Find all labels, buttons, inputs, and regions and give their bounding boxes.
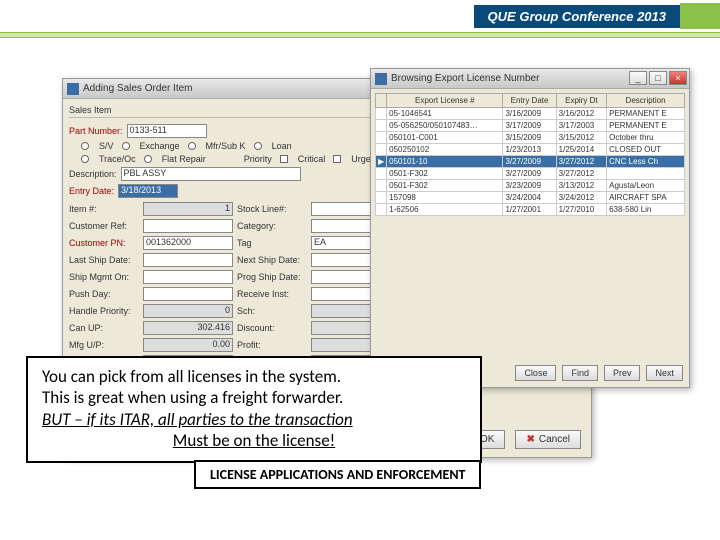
maximize-button[interactable]: □ bbox=[649, 71, 667, 85]
minimize-button[interactable]: _ bbox=[629, 71, 647, 85]
slide-footer-label: LICENSE APPLICATIONS AND ENFORCEMENT bbox=[194, 460, 481, 489]
part-number-label: Part Number: bbox=[69, 126, 123, 136]
annotation-callout: You can pick from all licenses in the sy… bbox=[26, 356, 482, 463]
customer-pn-input[interactable]: 001362000 bbox=[143, 236, 233, 250]
page-header: QUE Group Conference 2013 bbox=[0, 0, 720, 32]
table-row[interactable]: 0501-F3023/23/20093/13/2012Agusta/Leon bbox=[376, 180, 685, 192]
check-critical[interactable] bbox=[280, 155, 288, 163]
table-row[interactable]: 050101-C0013/15/20093/15/2012October thr… bbox=[376, 132, 685, 144]
close-button[interactable]: × bbox=[669, 71, 687, 85]
column-header[interactable]: Expiry Dt bbox=[556, 94, 606, 108]
prev-button[interactable]: Prev bbox=[604, 365, 641, 381]
app-icon bbox=[375, 73, 387, 85]
callout-line: BUT – if its ITAR, all parties to the tr… bbox=[42, 409, 466, 430]
table-row[interactable]: 05-056250/050107483…3/17/20093/17/2003PE… bbox=[376, 120, 685, 132]
find-button[interactable]: Find bbox=[562, 365, 598, 381]
radio-loan[interactable] bbox=[254, 142, 262, 150]
radio-sv[interactable] bbox=[81, 142, 89, 150]
callout-line: This is great when using a freight forwa… bbox=[42, 387, 466, 408]
ship-mgmt-input[interactable] bbox=[143, 270, 233, 284]
header-accent bbox=[680, 3, 720, 29]
table-row[interactable]: 05-10465413/16/20093/16/2012PERMANENT E bbox=[376, 108, 685, 120]
callout-line: Must be on the license! bbox=[42, 430, 466, 451]
radio-trace[interactable] bbox=[81, 155, 89, 163]
tab-sales-item[interactable]: Sales Item bbox=[69, 105, 112, 115]
app-icon bbox=[67, 83, 79, 95]
callout-line: You can pick from all licenses in the sy… bbox=[42, 366, 466, 387]
check-urgent[interactable] bbox=[333, 155, 341, 163]
entry-date-label: Entry Date: bbox=[69, 186, 114, 196]
description-label: Description: bbox=[69, 169, 117, 179]
entry-date-input[interactable]: 3/18/2013 bbox=[118, 184, 178, 198]
next-button[interactable]: Next bbox=[646, 365, 683, 381]
conference-title: QUE Group Conference 2013 bbox=[474, 5, 680, 28]
part-number-input[interactable]: 0133-511 bbox=[127, 124, 207, 138]
window-title: Adding Sales Order Item bbox=[83, 83, 193, 94]
table-row[interactable]: 0502501021/23/20131/25/2014CLOSED OUT bbox=[376, 144, 685, 156]
item-no-input[interactable]: 1 bbox=[143, 202, 233, 216]
table-row[interactable]: 0501-F3023/27/20093/27/2012 bbox=[376, 168, 685, 180]
window-titlebar[interactable]: Browsing Export License Number _ □ × bbox=[371, 69, 689, 89]
push-day-input[interactable] bbox=[143, 287, 233, 301]
mfg-up-input[interactable]: 0.00 bbox=[143, 338, 233, 352]
x-icon: ✖ bbox=[526, 434, 534, 445]
table-row[interactable]: 1-625061/27/20011/27/2010638-580 Lin bbox=[376, 204, 685, 216]
table-row[interactable]: 1570983/24/20043/24/2012AIRCRAFT SPA bbox=[376, 192, 685, 204]
table-row[interactable]: ▶050101-103/27/20093/27/2012CNC Less Ch bbox=[376, 156, 685, 168]
license-table[interactable]: Export License #Entry DateExpiry DtDescr… bbox=[375, 93, 685, 216]
radio-flat[interactable] bbox=[144, 155, 152, 163]
can-up-input[interactable]: 302.416 bbox=[143, 321, 233, 335]
license-browser-window: Browsing Export License Number _ □ × Exp… bbox=[370, 68, 690, 388]
column-header[interactable]: Entry Date bbox=[503, 94, 556, 108]
cancel-button[interactable]: ✖Cancel bbox=[515, 430, 581, 449]
handle-priority-input[interactable]: 0 bbox=[143, 304, 233, 318]
radio-exchange[interactable] bbox=[122, 142, 130, 150]
window-title: Browsing Export License Number bbox=[391, 73, 539, 84]
column-header[interactable]: Export License # bbox=[387, 94, 503, 108]
description-input[interactable]: PBL ASSY bbox=[121, 167, 301, 181]
radio-mfrsubk[interactable] bbox=[188, 142, 196, 150]
customer-ref-input[interactable] bbox=[143, 219, 233, 233]
last-ship-input[interactable] bbox=[143, 253, 233, 267]
column-header[interactable] bbox=[376, 94, 387, 108]
column-header[interactable]: Description bbox=[607, 94, 685, 108]
close-list-button[interactable]: Close bbox=[515, 365, 556, 381]
